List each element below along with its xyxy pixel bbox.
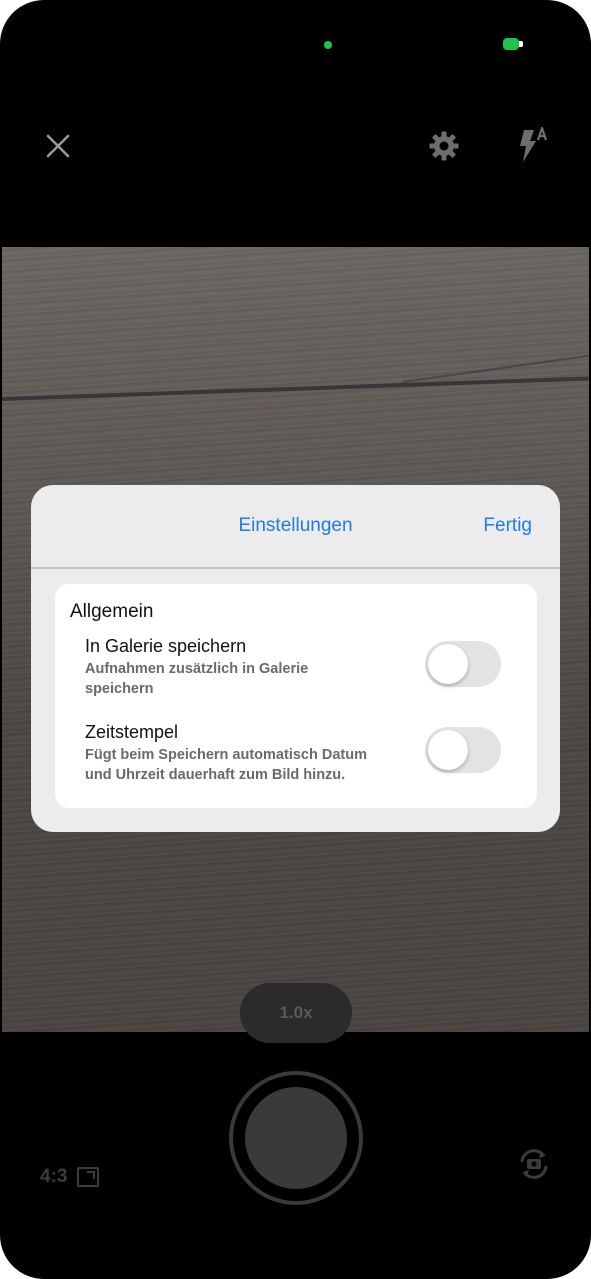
switch-camera-button[interactable] bbox=[512, 1142, 556, 1186]
toggle-knob bbox=[428, 730, 468, 770]
setting-description: Aufnahmen zusätzlich in Galerie speicher… bbox=[85, 661, 309, 697]
close-icon bbox=[46, 134, 70, 158]
flash-button[interactable] bbox=[510, 124, 554, 168]
switch-camera-icon bbox=[520, 1149, 548, 1179]
battery-icon bbox=[503, 38, 523, 50]
shutter-button-inner bbox=[245, 1087, 347, 1189]
close-button[interactable] bbox=[38, 126, 78, 166]
zoom-button[interactable]: 1.0x bbox=[240, 983, 352, 1043]
shutter-button[interactable] bbox=[229, 1071, 363, 1205]
timestamp-toggle[interactable] bbox=[425, 727, 501, 773]
flash-auto-icon bbox=[520, 126, 548, 162]
camera-screen: 1.0x 4:3 Einstellungen Fertig Allgemein … bbox=[0, 0, 591, 1279]
section-title-general: Allgemein bbox=[70, 601, 154, 622]
aspect-ratio-icon bbox=[77, 1167, 100, 1187]
recording-indicator-dot bbox=[324, 41, 332, 49]
aspect-ratio-label: 4:3 bbox=[40, 1166, 68, 1187]
viewfinder-texture bbox=[2, 376, 589, 401]
gear-icon bbox=[429, 131, 459, 161]
save-to-gallery-toggle[interactable] bbox=[425, 641, 501, 687]
general-settings-card: Allgemein In Galerie speichern Aufnahmen… bbox=[55, 584, 537, 808]
settings-title: Einstellungen bbox=[238, 515, 353, 536]
settings-sheet: Einstellungen Fertig Allgemein In Galeri… bbox=[31, 485, 560, 832]
setting-description: Fügt beim Speichern automatisch Datum un… bbox=[85, 747, 367, 783]
settings-button[interactable] bbox=[422, 124, 466, 168]
settings-sheet-header: Einstellungen Fertig bbox=[31, 485, 560, 569]
done-button[interactable]: Fertig bbox=[483, 515, 532, 537]
toggle-knob bbox=[428, 644, 468, 684]
aspect-ratio-button[interactable]: 4:3 bbox=[40, 1166, 100, 1188]
